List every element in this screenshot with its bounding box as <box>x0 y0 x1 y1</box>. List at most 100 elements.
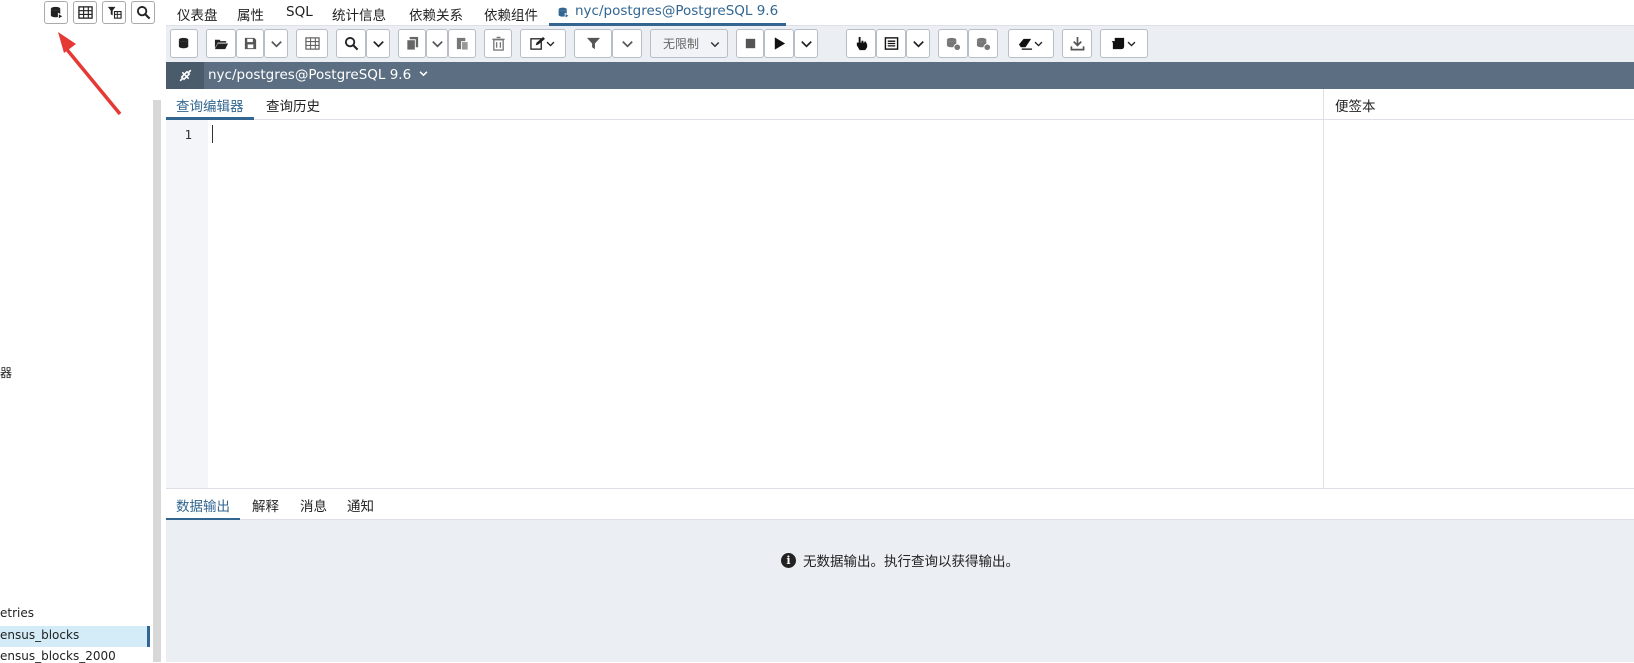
tree-item-label[interactable]: ensus_blocks <box>0 628 79 642</box>
editor-gutter: 1 <box>166 120 208 488</box>
connection-status-button[interactable] <box>170 29 198 58</box>
stop-icon <box>745 38 755 49</box>
list-icon <box>884 37 898 50</box>
edit-grid-button[interactable] <box>296 29 328 58</box>
download-button[interactable] <box>1062 29 1092 58</box>
tree-item-label[interactable]: etries <box>0 606 34 620</box>
query-toolbar: 无限制 <box>166 26 1634 62</box>
chevron-down-icon <box>912 41 924 48</box>
save-icon <box>244 37 256 50</box>
rollback-button[interactable] <box>968 29 998 58</box>
table-icon <box>77 6 93 19</box>
sql-editor[interactable] <box>208 120 1323 488</box>
tab-query-editor[interactable]: 查询编辑器 <box>166 89 254 120</box>
scratch-pad[interactable] <box>1323 120 1634 488</box>
view-data-button[interactable] <box>73 1 97 24</box>
grid-icon <box>304 37 320 50</box>
tree-item-label[interactable]: 器 <box>0 364 12 381</box>
connection-label: nyc/postgres@PostgreSQL 9.6 <box>208 67 412 83</box>
tab-messages[interactable]: 消息 <box>300 495 327 515</box>
tab-notifications[interactable]: 通知 <box>347 495 374 515</box>
edit-icon <box>530 36 545 50</box>
output-panel: i 无数据输出。执行查询以获得输出。 <box>166 520 1634 662</box>
row-limit-value: 无限制 <box>663 37 700 51</box>
execute-dropdown-button[interactable] <box>794 29 818 58</box>
tab-sql[interactable]: SQL <box>286 4 313 20</box>
tab-properties[interactable]: 属性 <box>237 4 264 24</box>
filter-dropdown-button[interactable] <box>612 29 642 58</box>
delete-button[interactable] <box>484 29 512 58</box>
annotation-arrow <box>58 32 122 116</box>
chevron-down-icon <box>1034 41 1043 47</box>
tab-statistics[interactable]: 统计信息 <box>332 4 386 24</box>
database-commit-icon <box>946 37 961 51</box>
chevron-down-icon <box>1127 41 1136 47</box>
query-tool-button[interactable] <box>44 1 68 24</box>
play-icon <box>774 37 785 50</box>
chevron-down-icon <box>800 41 812 48</box>
folder-open-icon <box>214 39 228 50</box>
explain-dropdown-button[interactable] <box>906 29 930 58</box>
execute-button[interactable] <box>764 29 794 58</box>
tab-dependents[interactable]: 依赖组件 <box>484 4 538 24</box>
output-tabs: 数据输出 解释 消息 通知 <box>166 488 1634 521</box>
connection-bar: nyc/postgres@PostgreSQL 9.6 <box>166 62 1634 89</box>
paste-icon <box>456 37 469 51</box>
line-number: 1 <box>184 127 192 142</box>
clear-button[interactable] <box>1008 29 1054 58</box>
scroll-icon <box>1111 37 1125 50</box>
paste-button[interactable] <box>448 29 476 58</box>
tab-data-output[interactable]: 数据输出 <box>166 489 240 521</box>
filtered-rows-button[interactable] <box>102 1 126 24</box>
tree-item-label[interactable]: ensus_blocks_2000 <box>0 649 116 663</box>
eraser-icon <box>1018 38 1033 50</box>
database-icon <box>178 37 188 49</box>
connection-status[interactable] <box>166 62 204 89</box>
search-icon <box>344 36 358 51</box>
row-limit-select[interactable]: 无限制 <box>650 29 728 58</box>
chevron-down-icon <box>621 41 633 48</box>
tab-dashboard[interactable]: 仪表盘 <box>177 4 218 24</box>
scratch-pad-header: 便签本 <box>1323 89 1634 120</box>
tab-dependencies[interactable]: 依赖关系 <box>409 4 463 24</box>
commit-button[interactable] <box>938 29 968 58</box>
filter-table-icon <box>107 6 122 19</box>
copy-icon <box>405 36 418 51</box>
database-icon <box>558 7 570 19</box>
info-icon: i <box>781 552 796 568</box>
chevron-down-icon <box>420 71 428 77</box>
search-icon <box>136 5 150 20</box>
search-objects-button[interactable] <box>131 1 155 24</box>
find-button[interactable] <box>336 29 366 58</box>
no-data-message: i 无数据输出。执行查询以获得输出。 <box>166 550 1634 570</box>
text-cursor <box>212 125 213 143</box>
chevron-down-icon <box>546 41 555 47</box>
chevron-down-icon <box>431 41 443 48</box>
connection-selector[interactable]: nyc/postgres@PostgreSQL 9.6 <box>208 67 429 83</box>
explain-analyze-button[interactable] <box>876 29 906 58</box>
filter-button[interactable] <box>574 29 612 58</box>
explain-button[interactable] <box>846 29 876 58</box>
find-dropdown-button[interactable] <box>366 29 390 58</box>
save-button[interactable] <box>236 29 264 58</box>
no-data-text: 无数据输出。执行查询以获得输出。 <box>803 554 1019 570</box>
chevron-down-icon <box>270 41 282 48</box>
database-rollback-icon <box>976 37 991 51</box>
scratch-pad-title: 便签本 <box>1335 99 1376 115</box>
plug-connected-icon <box>179 69 191 82</box>
macros-button[interactable] <box>1100 29 1148 58</box>
tab-query-history[interactable]: 查询历史 <box>266 95 320 115</box>
copy-button[interactable] <box>398 29 426 58</box>
tab-explain[interactable]: 解释 <box>252 495 279 515</box>
database-icon <box>50 6 64 20</box>
tab-query-tool[interactable]: nyc/postgres@PostgreSQL 9.6 <box>549 0 787 26</box>
save-dropdown-button[interactable] <box>264 29 288 58</box>
cancel-query-button[interactable] <box>736 29 764 58</box>
browser-scrollbar[interactable] <box>153 100 161 662</box>
edit-button[interactable] <box>520 29 566 58</box>
chevron-down-icon <box>372 41 384 48</box>
open-file-button[interactable] <box>206 29 236 58</box>
chevron-down-icon <box>710 41 720 47</box>
filter-icon <box>586 37 600 50</box>
copy-dropdown-button[interactable] <box>426 29 448 58</box>
